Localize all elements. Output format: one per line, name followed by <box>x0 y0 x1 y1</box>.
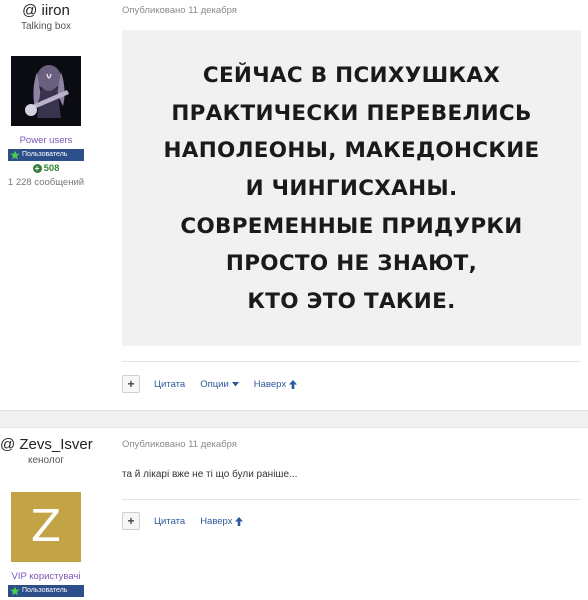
meme-line: СЕЙЧАС В ПСИХУШКАХ <box>202 63 501 88</box>
author-title: кенолог <box>27 455 65 466</box>
quote-link[interactable]: Цитата <box>154 516 185 527</box>
group-badge: Пользователь <box>8 149 84 161</box>
author-panel: @ Zevs_Isver кенолог <box>0 436 93 466</box>
arrow-up-icon <box>235 516 244 526</box>
author-panel: @ iiron Talking box <box>0 2 92 32</box>
author-username[interactable]: @ iiron <box>0 2 92 19</box>
options-label: Опции <box>200 378 229 390</box>
arrow-up-icon <box>289 379 298 389</box>
multiquote-button[interactable]: + <box>122 512 140 530</box>
avatar[interactable] <box>11 56 81 126</box>
group-badge: Пользователь <box>8 585 84 597</box>
post: @ iiron Talking box Power users Пользова… <box>0 0 588 410</box>
plus-circle-icon: + <box>32 164 42 173</box>
reputation: +508 <box>0 163 92 174</box>
post-actions: + Цитата Наверх <box>122 512 258 530</box>
post-date[interactable]: Опубликовано 11 декабря <box>122 5 237 16</box>
avatar-letter: Z <box>11 492 81 562</box>
back-to-top-label: Наверх <box>200 515 233 527</box>
avatar[interactable]: Z <box>11 492 81 562</box>
meme-line: КТО ЭТО ТАКИЕ. <box>247 289 456 314</box>
group-badge-label: Пользователь <box>22 587 68 594</box>
post-text: та й лікарі вже не ті що були раніше... <box>122 469 298 480</box>
author-username[interactable]: @ Zevs_Isver <box>0 436 93 453</box>
meme-line: ПРОСТО НЕ ЗНАЮТ, <box>225 251 478 276</box>
post-divider <box>122 499 581 500</box>
author-group[interactable]: Power users <box>0 135 92 146</box>
meme-line: И ЧИНГИСХАНЫ. <box>245 176 458 201</box>
quote-link[interactable]: Цитата <box>154 379 185 390</box>
post: @ Zevs_Isver кенолог Z VIP користувачі П… <box>0 428 588 600</box>
star-icon <box>10 586 20 596</box>
back-to-top-link[interactable]: Наверх <box>253 378 298 390</box>
post-date[interactable]: Опубликовано 11 декабря <box>122 439 237 450</box>
post-count: 1 228 сообщений <box>7 177 85 188</box>
author-group[interactable]: VIP користувачі <box>0 571 92 582</box>
post-separator <box>0 410 588 428</box>
star-icon <box>10 150 20 160</box>
post-divider <box>122 361 581 362</box>
back-to-top-link[interactable]: Наверх <box>200 515 244 527</box>
post-actions: + Цитата Опции Наверх <box>122 375 312 393</box>
avatar-image <box>11 56 81 126</box>
post-image[interactable]: СЕЙЧАС В ПСИХУШКАХ ПРАКТИЧЕСКИ ПЕРЕВЕЛИС… <box>122 30 581 346</box>
meme-line: СОВРЕМЕННЫЕ ПРИДУРКИ <box>180 214 523 239</box>
back-to-top-label: Наверх <box>253 378 287 390</box>
author-title: Talking box <box>20 21 72 32</box>
reputation-value: 508 <box>43 163 60 174</box>
options-link[interactable]: Опции <box>200 379 239 390</box>
group-badge-label: Пользователь <box>22 151 68 158</box>
meme-line: НАПОЛЕОНЫ, МАКЕДОНСКИЕ <box>163 138 540 163</box>
caret-down-icon <box>231 381 239 386</box>
multiquote-button[interactable]: + <box>122 375 140 393</box>
meme-line: ПРАКТИЧЕСКИ ПЕРЕВЕЛИСЬ <box>171 101 532 126</box>
